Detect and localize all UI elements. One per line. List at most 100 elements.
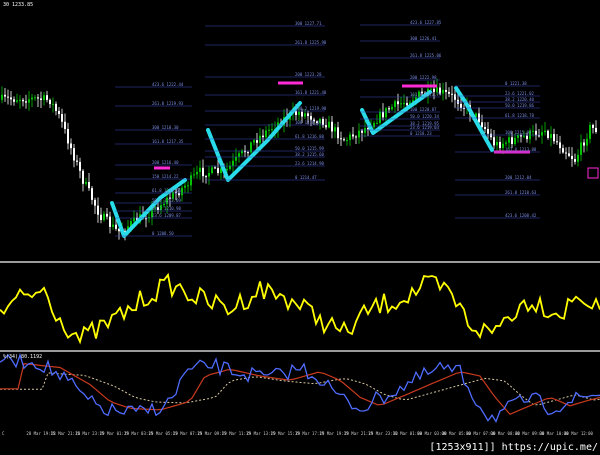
bull-candle	[358, 130, 360, 138]
bear-candle	[49, 99, 51, 105]
bear-candle	[562, 148, 564, 153]
fibonacci-level-label: 100 1220.87	[410, 107, 437, 112]
bear-candle	[460, 103, 462, 108]
bear-candle	[520, 135, 522, 137]
fibonacci-level-label: 0 1208.50	[152, 231, 174, 236]
bull-candle	[391, 106, 393, 110]
bear-candle	[82, 170, 84, 184]
fibonacci-level-label: 423.6 1208.42	[505, 213, 537, 218]
oscillator-line	[0, 272, 600, 345]
bear-candle	[256, 140, 258, 143]
stochastic-pane[interactable]: %(34) 80.1192	[0, 353, 600, 429]
fibonacci-level-label: 150 1214.22	[152, 174, 179, 179]
bull-candle	[196, 172, 198, 175]
bear-candle	[565, 152, 567, 154]
bull-candle	[34, 97, 36, 99]
bull-candle	[190, 175, 192, 186]
bear-candle	[484, 126, 486, 129]
bull-candle	[211, 167, 213, 174]
fibonacci-level-label: 161.8 1221.40	[295, 90, 327, 95]
bull-candle	[586, 138, 588, 146]
bull-candle	[376, 122, 378, 124]
bear-candle	[538, 135, 540, 137]
fibonacci-level-label: 100 1218.45	[295, 120, 322, 125]
bear-candle	[67, 128, 69, 144]
bull-candle	[235, 156, 237, 161]
bull-candle	[208, 173, 210, 177]
bull-candle	[544, 130, 546, 133]
bull-candle	[541, 132, 543, 136]
bull-candle	[163, 203, 165, 206]
bull-candle	[328, 121, 330, 128]
bull-candle	[379, 111, 381, 123]
fibonacci-level-label: 61.8 1213.66	[152, 188, 181, 193]
bull-candle	[271, 129, 273, 131]
bear-candle	[115, 224, 117, 229]
bull-candle	[496, 141, 498, 146]
bull-candle	[505, 142, 507, 144]
fibonacci-level-label: 300 1218.30	[152, 125, 179, 130]
bull-candle	[253, 140, 255, 143]
bull-candle	[193, 174, 195, 176]
fibonacci-level-label: 161.8 1213.88	[505, 147, 537, 152]
fibonacci-level-label: 23.6 1214.90	[295, 161, 324, 166]
fibonacci-level-label: 50.0 1212.09	[152, 198, 181, 203]
bear-candle	[511, 137, 513, 144]
bull-candle	[364, 128, 366, 133]
bull-candle	[103, 213, 105, 221]
bear-candle	[493, 137, 495, 146]
bear-candle	[583, 142, 585, 146]
bear-candle	[7, 96, 9, 98]
bull-candle	[400, 103, 402, 105]
fibonacci-level-label: 50.0 1220.34	[410, 114, 439, 119]
watermark: [1253x911]] https://upic.me/	[429, 442, 598, 453]
bull-candle	[304, 113, 306, 117]
oscillator-canvas[interactable]	[0, 264, 600, 350]
fibonacci-level-label: 38.2 1210.98	[152, 206, 181, 211]
bull-candle	[550, 134, 552, 138]
bull-candle	[346, 139, 348, 141]
bear-candle	[382, 111, 384, 118]
stochastic-canvas[interactable]	[0, 353, 600, 429]
bull-candle	[334, 127, 336, 132]
pane-separator[interactable]	[0, 350, 600, 352]
fibonacci-level-label: 23.6 1209.87	[152, 213, 181, 218]
bear-candle	[331, 121, 333, 132]
bear-candle	[322, 118, 324, 126]
fibonacci-level-label: 200 1223.28	[295, 72, 322, 77]
bull-candle	[52, 103, 54, 105]
fibonacci-level-label: 0 1214.47	[295, 175, 317, 180]
bear-candle	[64, 121, 66, 129]
pane-separator[interactable]	[0, 261, 600, 263]
oscillator-pane[interactable]	[0, 264, 600, 350]
bull-candle	[385, 108, 387, 118]
bear-candle	[10, 97, 12, 100]
bear-candle	[481, 122, 483, 127]
bear-candle	[448, 91, 450, 94]
bear-candle	[547, 130, 549, 138]
bull-candle	[523, 135, 525, 137]
bear-candle	[388, 108, 390, 110]
bull-candle	[589, 124, 591, 139]
price-chart-pane[interactable]: 30 1233.85 423.6 1222.44 261.8 1219.93 300…	[0, 0, 600, 261]
bear-candle	[553, 134, 555, 142]
bull-candle	[514, 137, 516, 144]
fibonacci-level-label: 200 1222.98	[410, 75, 437, 80]
bear-candle	[574, 159, 576, 162]
bear-candle	[73, 148, 75, 161]
bear-candle	[301, 111, 303, 117]
bear-candle	[352, 134, 354, 137]
bull-candle	[580, 142, 582, 155]
time-axis-tick: 30 Mar 12:00	[564, 431, 593, 436]
bear-candle	[325, 125, 327, 128]
symbol-header: 30 1233.85	[3, 2, 34, 8]
bear-candle	[106, 213, 108, 217]
bull-candle	[187, 185, 189, 187]
bear-candle	[340, 138, 342, 140]
fibonacci-level-label: 261.8 1225.98	[295, 40, 327, 45]
bear-candle	[454, 94, 456, 100]
bull-candle	[268, 129, 270, 131]
bear-candle	[361, 130, 363, 133]
bear-candle	[202, 167, 204, 177]
fibonacci-level-label: 423.6 1222.44	[152, 82, 184, 87]
